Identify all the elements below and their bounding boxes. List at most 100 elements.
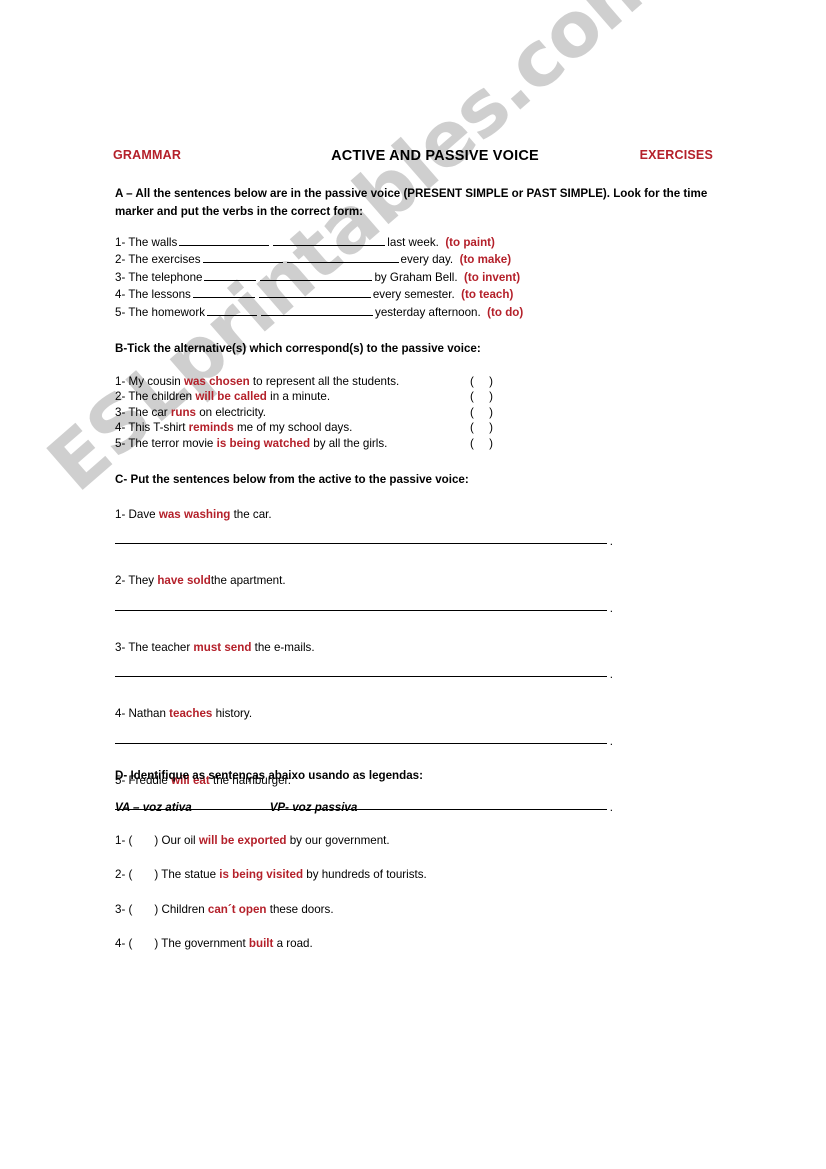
page-title: ACTIVE AND PASSIVE VOICE (331, 148, 539, 164)
item-time-marker: by Graham Bell. (374, 270, 458, 284)
section-b-item: 1- My cousin was chosen to represent all… (115, 373, 715, 388)
tick-box[interactable]: ( ) (470, 435, 499, 452)
item-number-with-open-paren: 2- ( (115, 868, 133, 882)
item-number: 4- (115, 421, 126, 435)
answer-blank-auxiliary[interactable] (204, 269, 257, 281)
answer-rule (115, 609, 607, 611)
item-number: 5- (115, 305, 126, 319)
item-verb-cue: (to invent) (464, 270, 521, 284)
highlighted-verb: was chosen (183, 375, 250, 388)
answer-line[interactable]: . (115, 590, 613, 615)
item-number: 1- (115, 236, 126, 249)
item-number: 4- (115, 288, 126, 302)
item-time-marker: yesterday afternoon. (375, 305, 481, 319)
item-number-with-open-paren: 4- ( (115, 937, 133, 951)
sentence-suffix: in a minute. (266, 390, 331, 404)
item-sentence: 4- This T-shirt reminds me of my school … (115, 421, 352, 434)
item-subject: The lessons (128, 288, 191, 302)
answer-line[interactable]: . (115, 656, 613, 681)
highlighted-verb: built (248, 937, 274, 951)
section-a-items: 1- The walls last week. (to paint) 2- The … (115, 234, 715, 321)
item-sentence: 1- Dave was washing the car. (115, 506, 715, 523)
item-subject: The exercises (128, 253, 201, 267)
item-subject: The telephone (128, 270, 203, 284)
section-d-item: 2- () The statue is being visited by hun… (115, 866, 715, 883)
item-number: 3- (115, 270, 126, 284)
sentence-suffix: me of my school days. (233, 421, 353, 435)
sentence-suffix: by our government. (286, 834, 390, 847)
item-verb-cue: (to paint) (445, 236, 495, 249)
item-sentence: 3- The teacher must send the e-mails. (115, 639, 715, 656)
answer-rule (115, 543, 607, 545)
item-number: 2- (115, 253, 126, 267)
answer-blank-participle[interactable] (286, 251, 399, 264)
section-a-instruction: A – All the sentences below are in the p… (115, 187, 708, 218)
sentence-suffix: to represent all the students. (249, 375, 400, 388)
section-c-items: 1- Dave was washing the car.. 2- They hav… (115, 506, 715, 838)
highlighted-verb: is being visited (219, 868, 304, 882)
section-b-item: 2- The children will be called in a minu… (115, 388, 715, 403)
answer-rule (115, 676, 607, 678)
answer-blank-auxiliary[interactable] (202, 251, 283, 264)
item-verb-cue: (to teach) (461, 288, 514, 302)
item-verb-cue: (to make) (459, 253, 512, 267)
sentence-prefix: Dave (128, 508, 159, 521)
sentence-suffix: the car. (230, 508, 272, 521)
item-verb-cue: (to do) (487, 305, 524, 319)
section-d: D- Identifique as sentenças abaixo usand… (115, 767, 715, 785)
item-number: 5- (115, 436, 126, 450)
highlighted-verb: teaches (169, 707, 213, 721)
answer-blank-auxiliary[interactable] (207, 304, 258, 316)
section-c-item: 4- Nathan teaches history.. (115, 705, 715, 748)
item-sentence: 1- My cousin was chosen to represent all… (115, 375, 399, 388)
answer-line[interactable]: . (115, 723, 613, 748)
item-time-marker: last week. (387, 236, 439, 249)
highlighted-verb: was washing (158, 508, 231, 521)
item-number-with-open-paren: 1- ( (115, 834, 133, 847)
answer-line[interactable]: . (115, 523, 613, 548)
sentence-suffix: the apartment. (210, 574, 286, 588)
item-sentence: 2- They have soldthe apartment. (115, 572, 715, 589)
legend-passive: VP- voz passiva (269, 801, 358, 814)
answer-blank-participle[interactable] (261, 304, 374, 316)
answer-blank-auxiliary[interactable] (179, 234, 270, 246)
answer-end-mark: . (609, 734, 613, 748)
sentence-suffix: history. (212, 707, 253, 721)
section-a-item: 4- The lessons every semester. (to teach) (115, 286, 715, 303)
answer-blank-participle[interactable] (273, 234, 386, 246)
item-sentence: 5- The terror movie is being watched by … (115, 437, 387, 450)
section-d-item: 1- () Our oil will be exported by our go… (115, 832, 715, 849)
header-exercises-label: EXERCISES (639, 148, 713, 162)
section-c: C- Put the sentences below from the acti… (115, 471, 715, 489)
sentence-prefix: The teacher (128, 640, 194, 654)
highlighted-verb: runs (170, 405, 196, 419)
sentence-suffix: these doors. (266, 902, 334, 916)
section-d-item: 3- () Children can´t open these doors. (115, 901, 715, 918)
item-time-marker: every day. (400, 253, 454, 267)
section-b-instruction: B-Tick the alternative(s) which correspo… (115, 342, 481, 355)
sentence-prefix: The terror movie (128, 436, 217, 450)
item-sentence: 3- The car runs on electricity. (115, 406, 266, 419)
item-time-marker: every semester. (372, 288, 455, 302)
section-b-items: 1- My cousin was chosen to represent all… (115, 373, 715, 450)
sentence-prefix: The children (128, 390, 196, 404)
answer-blank-participle[interactable] (258, 286, 371, 299)
highlighted-verb: must send (193, 640, 252, 654)
item-number: 3- (115, 405, 126, 419)
section-c-item: 1- Dave was washing the car.. (115, 506, 715, 548)
section-b-item: 3- The car runs on electricity.( ) (115, 404, 715, 419)
sentence-suffix: on electricity. (195, 405, 266, 419)
item-number: 1- (115, 375, 126, 388)
section-d-instruction: D- Identifique as sentenças abaixo usand… (115, 769, 423, 782)
answer-blank-participle[interactable] (260, 269, 373, 281)
item-sentence: 4- Nathan teaches history. (115, 705, 715, 722)
section-c-item: 2- They have soldthe apartment.. (115, 572, 715, 615)
highlighted-verb: reminds (188, 421, 234, 435)
item-number-with-open-paren: 3- ( (115, 902, 133, 916)
answer-end-mark: . (609, 601, 613, 615)
highlighted-verb: have sold (157, 574, 211, 588)
answer-blank-auxiliary[interactable] (192, 286, 255, 299)
item-number: 1- (115, 508, 126, 521)
item-subject: The walls (128, 236, 178, 249)
section-a-item: 1- The walls last week. (to paint) (115, 234, 715, 251)
